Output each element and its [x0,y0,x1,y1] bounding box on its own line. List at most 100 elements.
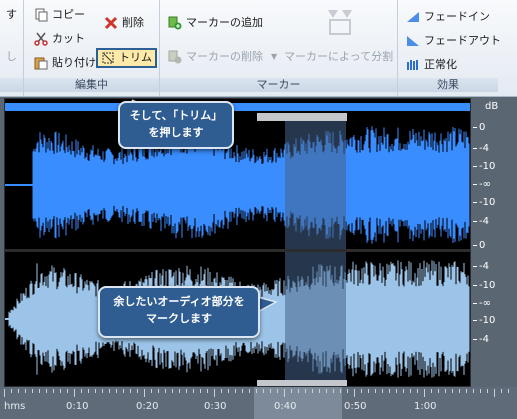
timeline-tick [305,389,306,393]
timeline-tick [81,389,82,393]
timeline-ruler[interactable]: hms 0:10 0:20 0:30 0:40 0:50 1:00 [0,387,517,419]
callout-audio-line2: マークします [146,312,212,325]
time-label: 0:40 [274,401,297,412]
timeline-tick [116,389,117,393]
time-label: 0:10 [66,401,89,412]
db-label: 0 [479,240,486,251]
db-unit-label: dB [485,101,499,112]
copy-button[interactable]: コピー [34,6,85,24]
timeline-tick [88,389,89,393]
timeline-tick [298,389,299,393]
timeline-tick [221,389,222,393]
timeline-tick [144,389,145,397]
timeline-tick [487,389,488,393]
timeline-tick [501,389,502,393]
delete-label: 削除 [122,16,144,29]
timeline-tick [158,389,159,393]
delete-x-icon [104,16,118,30]
delete-marker-button[interactable]: マーカーの削除 ▼ [168,48,277,66]
db-label: -10 [479,315,496,326]
time-label: 0:30 [204,401,227,412]
db-tick [473,184,477,185]
timeline-tick [102,389,103,393]
db-label: -10 [479,161,496,172]
timeline-tick [389,389,390,393]
timeline-tick [417,389,418,393]
timeline-tick [312,389,313,393]
timeline-tick [46,389,47,393]
delete-button[interactable]: 削除 [104,14,144,32]
db-tick [473,202,477,203]
time-label: 1:00 [414,401,437,412]
timeline-tick [480,389,481,393]
time-label: 0:20 [136,401,159,412]
split-by-marker-button[interactable]: マーカーによって分割 [284,48,393,66]
add-marker-button[interactable]: マーカーの追加 [168,14,263,32]
callout-trim-line2: を押します [148,126,204,139]
trim-button[interactable]: トリム [96,48,157,68]
timeline-tick [508,389,509,393]
partial-button-top[interactable]: す [6,6,17,24]
timeline-tick [326,389,327,393]
db-tick [473,166,477,167]
edit-group: コピー カット 貼り付け 削除 トリム 編集中 [24,0,160,96]
fade-in-button[interactable]: フェードイン [406,8,490,26]
partial-group: す し [0,0,24,96]
waveform-panel[interactable] [4,98,471,387]
copy-label: コピー [52,8,85,21]
timeline-tick [445,389,446,393]
timeline-tick [193,389,194,393]
timeline-tick [473,389,474,393]
timeline-tick [18,389,19,393]
db-label: -4 [479,143,489,154]
db-label: -10 [479,197,496,208]
paste-label: 貼り付け [52,56,96,69]
cut-button[interactable]: カット [34,30,85,48]
normalize-button[interactable]: 正常化 [406,56,457,74]
timeline-tick [382,389,383,393]
add-marker-icon [168,16,182,30]
db-label: 0 [479,122,486,133]
timeline-tick [375,389,376,393]
partial-label-top: す [6,8,17,21]
timeline-tick [25,389,26,393]
timeline-tick [214,389,215,397]
edit-group-label: 編集中 [24,78,159,92]
timeline-tick [95,389,96,393]
waveform-canvas[interactable] [5,99,470,386]
fade-in-icon [406,10,420,24]
timeline-tick [431,389,432,393]
timeline-tick [165,389,166,393]
timeline-tick [249,389,250,393]
db-tick [473,221,477,222]
timeline-tick [263,389,264,393]
timeline-tick [123,389,124,393]
partial-button-mid[interactable]: し [6,48,17,66]
timeline-tick [4,389,5,397]
timeline-tick [137,389,138,393]
timeline-tick [438,389,439,393]
selection-handle-bottom[interactable] [257,380,347,386]
scissors-icon [34,32,48,46]
selection-region[interactable] [285,121,346,385]
timeline-tick [403,389,404,393]
partial-group-label [0,78,23,92]
paste-icon [34,56,48,70]
db-label: -4 [479,216,489,227]
callout-trim: そして、「トリム」 を押します [118,101,234,149]
db-label: -4 [479,334,489,345]
timeline-tick [396,389,397,393]
timeline-tick [270,389,271,393]
timeline-tick [207,389,208,393]
timeline-tick [60,389,61,393]
timeline-tick [151,389,152,393]
timeline-tick [186,389,187,393]
paste-button[interactable]: 貼り付け [34,54,96,72]
fade-in-label: フェードイン [424,10,490,23]
timeline-tick [130,389,131,393]
db-label: -∞ [479,179,491,190]
db-label: -4 [479,261,489,272]
fade-out-button[interactable]: フェードアウト [406,32,501,50]
timeline-tick [291,389,292,393]
timeline-tick [242,389,243,393]
